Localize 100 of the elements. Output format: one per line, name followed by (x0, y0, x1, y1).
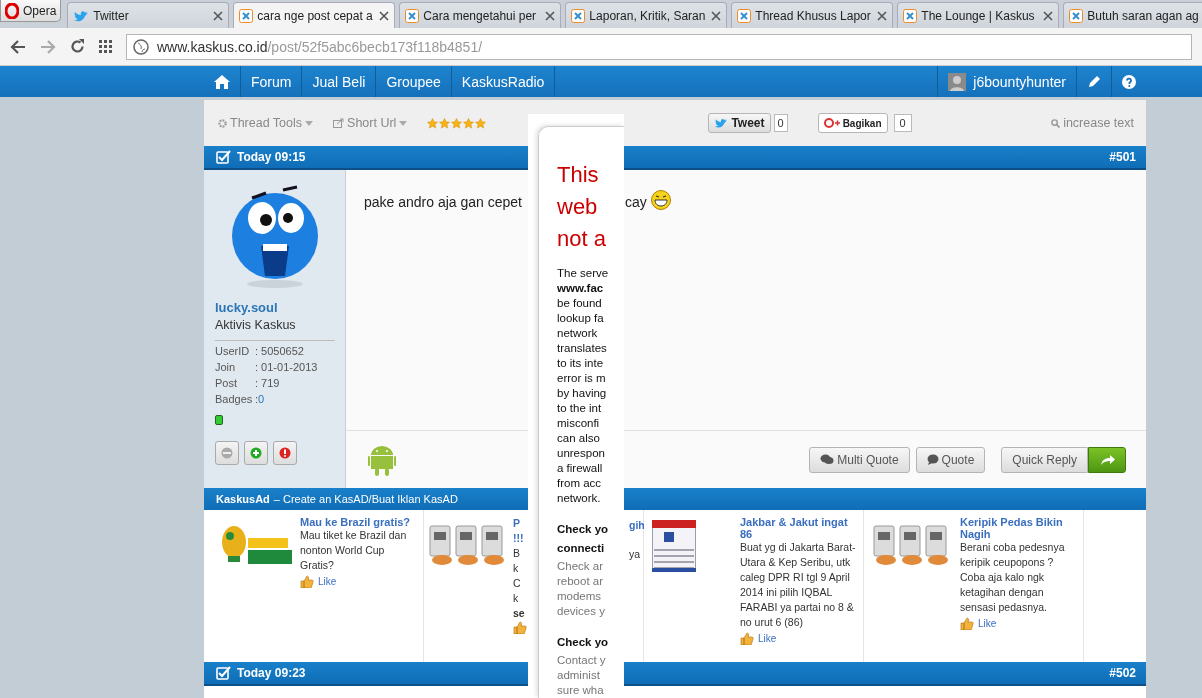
create-ad-link[interactable]: – Create an KasAD/Buat Iklan KasAD (273, 493, 458, 505)
zoom-icon (1051, 118, 1061, 128)
gear-icon (218, 118, 227, 128)
nav-link[interactable]: Jual Beli (301, 66, 376, 97)
opera-menu-button[interactable]: Opera (0, 0, 62, 22)
bird-icon (714, 117, 729, 129)
caret-icon (305, 120, 314, 126)
ad-title[interactable]: Mau ke Brazil gratis? (300, 516, 417, 528)
like-link[interactable]: Like (740, 632, 857, 645)
browser-tab[interactable]: Twitter (67, 2, 230, 28)
ad-description: Berani coba pedesnya keripik ceupopons ? Coba aja kalo ngk ketagihan dengan sensasi pedasnya. (960, 540, 1066, 615)
kaskus-icon (405, 8, 420, 23)
error-text: administ (557, 668, 601, 683)
ad-brand: KaskusAd (216, 493, 270, 505)
browser-tab[interactable]: Cara mengetahui per (399, 2, 562, 28)
kaskus-icon (903, 8, 918, 23)
close-icon[interactable] (379, 10, 390, 21)
error-text: a firewall (557, 461, 604, 476)
error-heading: web (557, 193, 599, 221)
kaskus-icon (239, 8, 254, 23)
nav-link[interactable]: Groupee (375, 66, 451, 97)
short-url-menu[interactable]: Short Url (333, 116, 408, 130)
google-plus-icon (823, 117, 840, 129)
stat-value: : 5050652 (255, 345, 304, 357)
post-number: #502 (1109, 666, 1136, 680)
stat-value: : 01-01-2013 (255, 361, 318, 373)
error-text: Contact y (557, 653, 607, 668)
ad-description: Buat yg di Jakarta Barat-Utara & Kep Seribu, utk caleg DPR RI tgl 9 April 2014 ini pilih IQBAL FARABI ya partai no 8 & no urut 6 (86) (740, 540, 857, 630)
quick-reply-button[interactable]: Quick Reply (1001, 446, 1088, 473)
increase-text-link[interactable]: increase text (1051, 116, 1134, 130)
grid-icon[interactable] (99, 40, 112, 53)
post-text: pake andro aja gan cepet (364, 194, 522, 210)
google-share-button[interactable]: Bagikan (817, 113, 888, 133)
error-text: lookup fa (557, 311, 605, 326)
user-rank: Aktivis Kaskus (215, 318, 335, 341)
error-text: be found (557, 296, 603, 311)
ad-text: !!! (513, 531, 525, 546)
browser-tab[interactable]: cara nge post cepat a (233, 2, 396, 28)
nav-link[interactable]: Forum (240, 66, 302, 97)
speech-bubble-icon (926, 454, 939, 465)
close-icon[interactable] (877, 10, 888, 21)
star-icon (439, 117, 451, 129)
kaskus-icon (571, 8, 586, 23)
share-icon (333, 118, 345, 128)
speech-bubbles-icon (820, 454, 835, 465)
error-text: by having (557, 386, 608, 401)
close-icon[interactable] (545, 10, 556, 21)
browser-tab[interactable]: The Lounge | Kaskus (897, 2, 1060, 28)
thumbs-up-icon (740, 632, 754, 645)
stat-value: : (255, 393, 259, 405)
ad-text: B (513, 546, 521, 561)
reload-icon[interactable] (70, 39, 85, 54)
browser-tab[interactable]: Laporan, Kritik, Saran (565, 2, 728, 28)
ad-text: se (513, 606, 526, 621)
post-text: cay (625, 194, 647, 212)
back-icon[interactable] (10, 39, 26, 54)
error-text: translates (557, 341, 608, 356)
opera-logo-icon (5, 2, 19, 19)
quote-button[interactable]: Quote (915, 446, 986, 473)
url-field[interactable]: www.kaskus.co.id/post/52f5abc6becb173f118b4851/ (126, 33, 1192, 60)
bird-icon (73, 8, 90, 23)
nav-link[interactable]: KaskusRadio (450, 66, 555, 97)
error-text: to the int (557, 401, 603, 416)
error-text: Check yo (557, 522, 610, 537)
multi-quote-button[interactable]: Multi Quote (809, 446, 910, 473)
ad-title[interactable]: Jakbar & Jakut ingat 86 (740, 516, 857, 540)
close-icon[interactable] (213, 10, 224, 21)
like-link[interactable]: Like (960, 617, 1077, 630)
error-text: to its inte (557, 356, 605, 371)
close-icon[interactable] (1043, 10, 1054, 21)
error-text: www.fac (557, 281, 605, 296)
user-menu[interactable]: j6bountyhunter (937, 66, 1076, 97)
thread-tools-menu[interactable]: Thread Tools (218, 116, 314, 130)
add-reputation-button[interactable] (244, 441, 268, 465)
ad-text: k (513, 561, 520, 576)
tweet-count: 0 (773, 114, 788, 132)
thumbs-up-icon (300, 575, 314, 588)
plus-icon (250, 447, 262, 459)
report-button[interactable] (273, 441, 297, 465)
star-icon (451, 117, 463, 129)
kaskus-icon (737, 8, 752, 23)
error-text: Check yo (557, 635, 610, 650)
like-link[interactable]: Like (300, 575, 417, 588)
reply-arrow-button[interactable] (1088, 446, 1126, 473)
error-heading: This (557, 161, 600, 189)
username-link[interactable]: lucky.soul (215, 300, 335, 315)
error-text: network (557, 326, 599, 341)
browser-tab[interactable]: Butuh saran agan ag (1063, 2, 1202, 28)
exclamation-icon (279, 447, 291, 459)
badges-link[interactable]: 0 (258, 393, 265, 405)
browser-tab[interactable]: Thread Khusus Lapor (731, 2, 894, 28)
ad-description: Mau tiket ke Brazil dan nonton World Cup Gratis? (300, 528, 408, 573)
ad-title[interactable]: Keripik Pedas Bikin Nagih (960, 516, 1077, 540)
post-time: Today 09:15 (237, 150, 306, 164)
close-icon[interactable] (711, 10, 722, 21)
error-text: unrespon (557, 446, 606, 461)
error-text: Check ar (557, 559, 605, 574)
tweet-button[interactable]: Tweet (708, 113, 771, 133)
error-text: misconfi (557, 416, 601, 431)
stat-label: Join (215, 361, 237, 373)
